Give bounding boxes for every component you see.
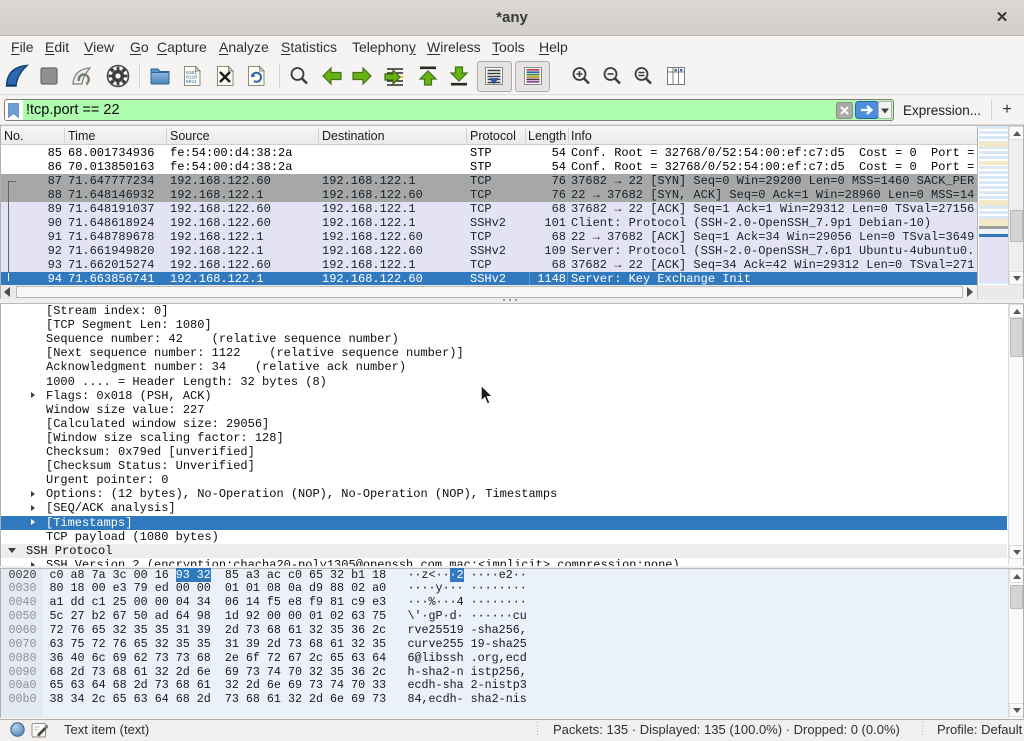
svg-text:0011: 0011 (186, 79, 197, 85)
